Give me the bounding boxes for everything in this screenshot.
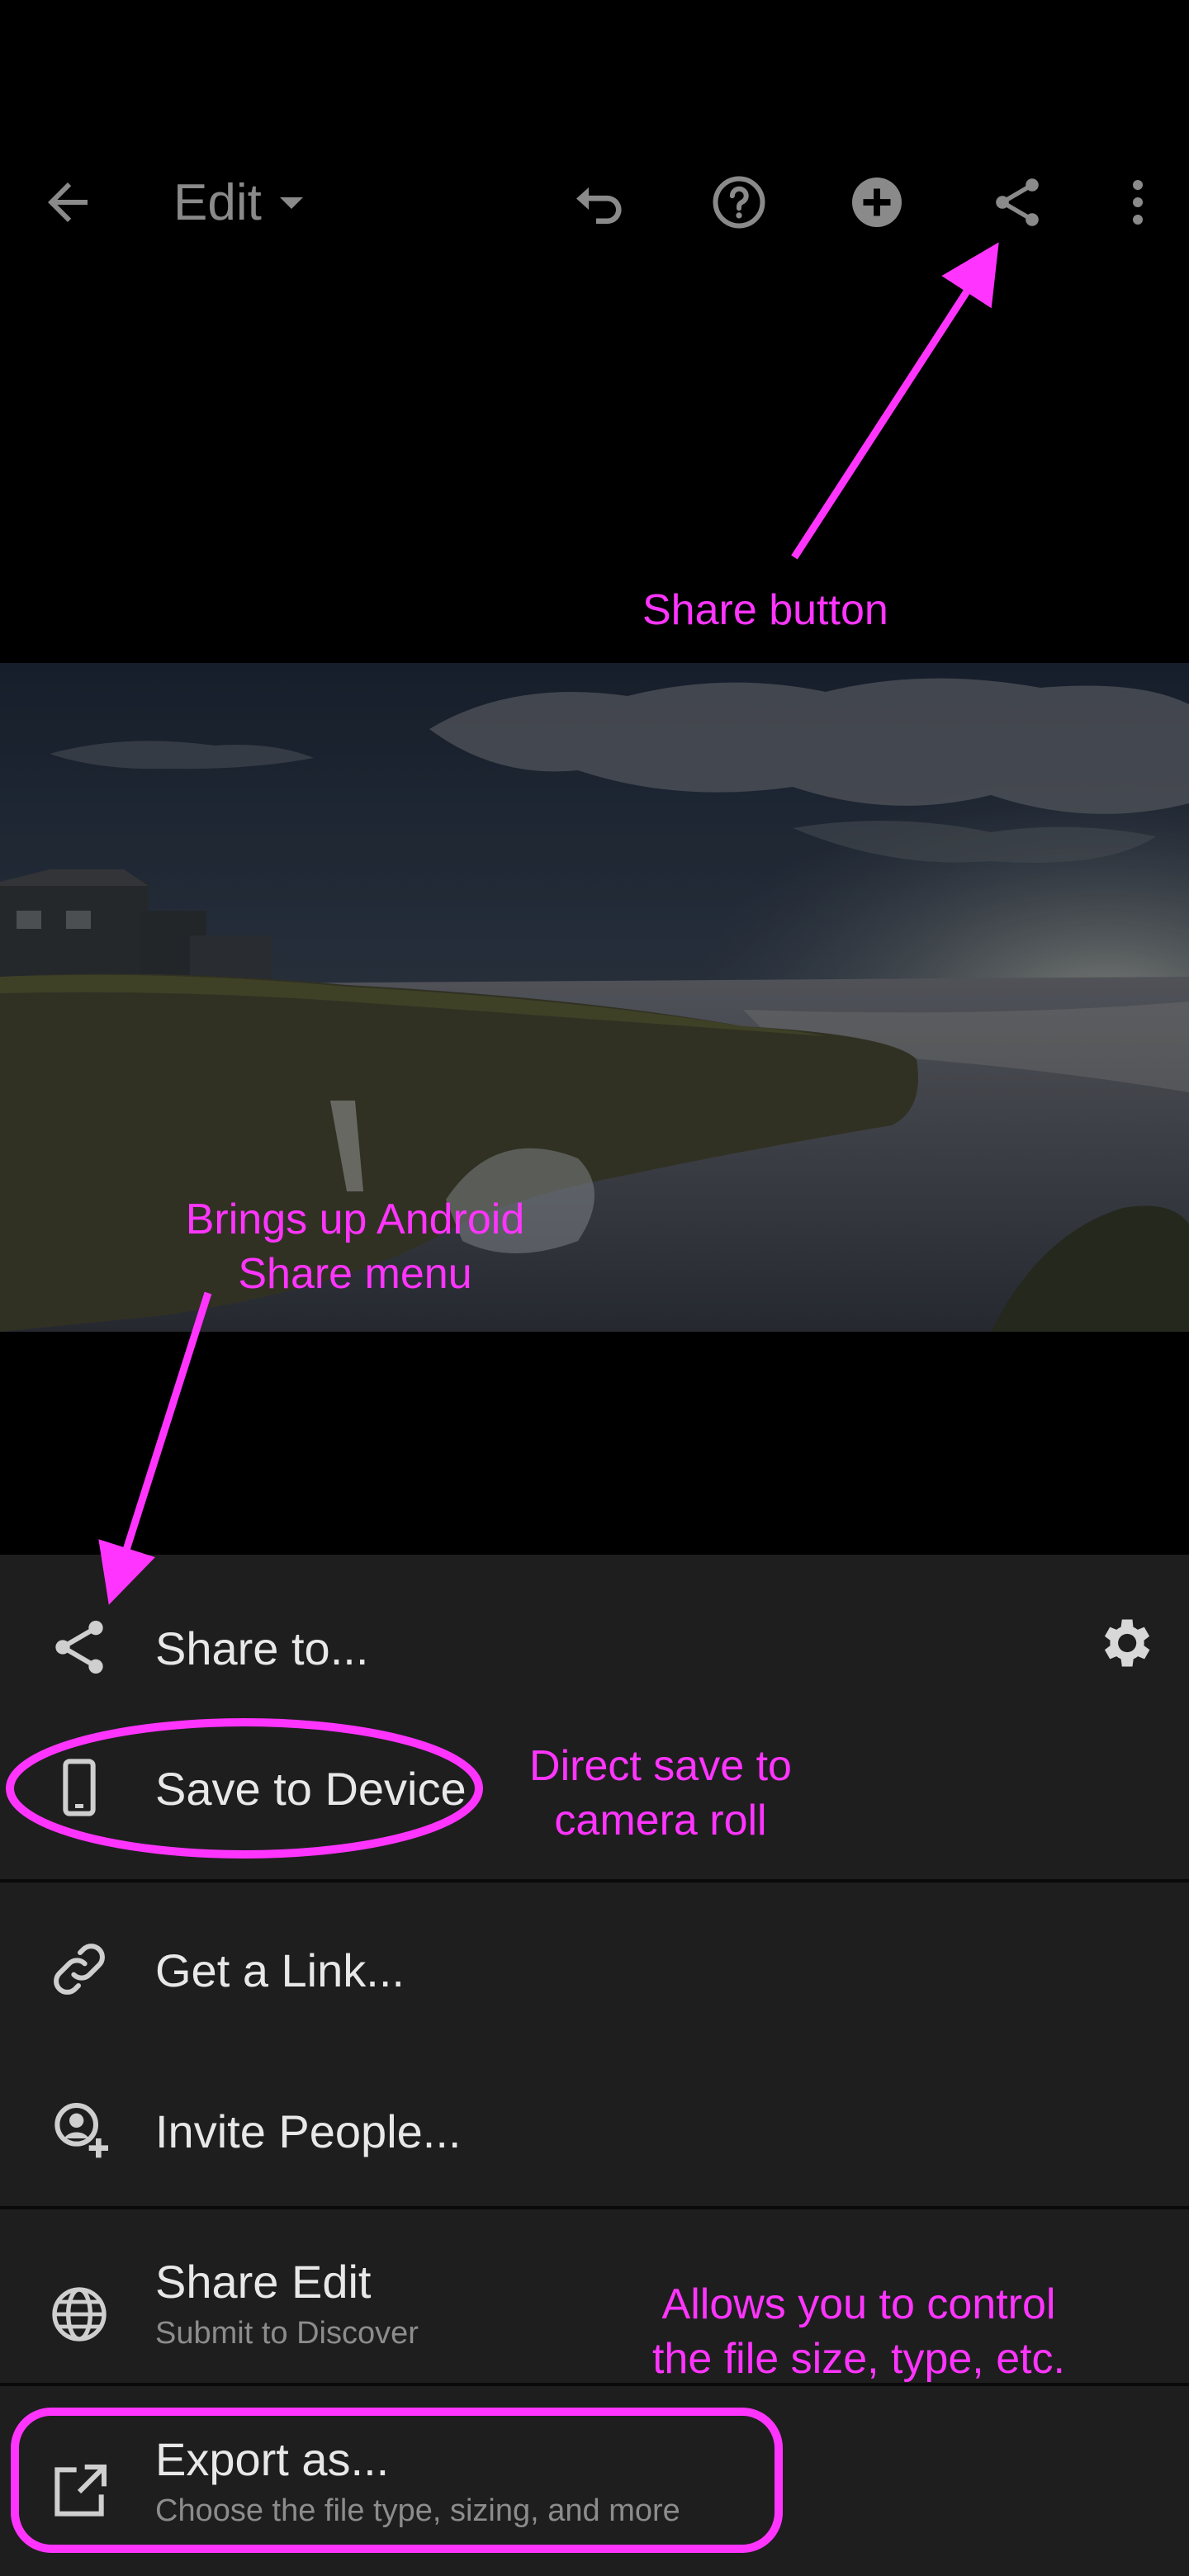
share-to-label: Share to...: [155, 1622, 369, 1674]
undo-button[interactable]: [549, 140, 648, 264]
phone-icon: [63, 1759, 96, 1816]
export-as-sublabel: Choose the file type, sizing, and more: [155, 2493, 680, 2528]
back-arrow-icon: [48, 182, 88, 222]
export-icon-wrap: [46, 2459, 112, 2525]
annotation-export-control: Allows you to control the file size, typ…: [611, 2277, 1106, 2386]
add-circle-icon: [852, 178, 902, 227]
back-button[interactable]: [18, 140, 117, 264]
share-to-icon-wrap: [46, 1614, 112, 1680]
add-button[interactable]: [827, 140, 926, 264]
save-to-device-label: Save to Device: [155, 1763, 467, 1815]
gear-icon: [1104, 1619, 1150, 1667]
annotation-arrow-share: [791, 242, 999, 560]
help-button[interactable]: [689, 140, 789, 264]
undo-icon: [576, 187, 622, 225]
share-icon: [996, 178, 1039, 226]
globe-icon: [52, 2287, 107, 2342]
share-edit-label: Share Edit: [155, 2256, 372, 2308]
save-icon-wrap: [46, 1754, 112, 1821]
more-vertical-icon: [1133, 180, 1143, 225]
export-as-label: Export as...: [155, 2433, 390, 2485]
add-person-icon: [54, 2103, 108, 2158]
share-panel: [0, 1555, 1189, 2576]
share-icon: [55, 1621, 103, 1674]
annotation-android-share: Brings up Android Share menu: [149, 1192, 561, 1301]
invite-people-option[interactable]: Invite People...: [0, 2085, 1189, 2176]
invite-people-label: Invite People...: [155, 2105, 462, 2157]
share-button[interactable]: [968, 140, 1067, 264]
annotation-direct-save-line2: camera roll: [554, 1797, 767, 1844]
section-divider: [0, 1879, 1189, 1882]
edit-mode-label: Edit: [173, 173, 262, 231]
annotation-export-line2: the file size, type, etc.: [651, 2335, 1066, 2383]
get-link-option[interactable]: Get a Link...: [0, 1924, 1189, 2015]
annotation-android-share-line1: Brings up Android: [185, 1196, 525, 1243]
annotation-direct-save-line1: Direct save to: [529, 1742, 792, 1790]
top-toolbar: Edit: [0, 140, 1189, 264]
annotation-android-share-line2: Share menu: [238, 1250, 472, 1298]
share-settings-button[interactable]: [1093, 1612, 1156, 1674]
annotation-direct-save: Direct save to camera roll: [504, 1739, 817, 1848]
get-link-label: Get a Link...: [155, 1944, 405, 1996]
annotation-export-line1: Allows you to control: [661, 2280, 1056, 2328]
export-icon: [54, 2465, 107, 2517]
share-to-option[interactable]: Share to...: [0, 1602, 1189, 1693]
invite-icon-wrap: [46, 2097, 112, 2163]
export-as-option[interactable]: Export as... Choose the file type, sizin…: [0, 2427, 1189, 2551]
annotation-share-button: Share button: [642, 586, 888, 634]
more-options-button[interactable]: [1088, 140, 1187, 264]
share-edit-sublabel: Submit to Discover: [155, 2316, 419, 2351]
caret-down-icon: [279, 197, 303, 209]
section-divider: [0, 2206, 1189, 2209]
link-icon: [54, 1944, 105, 1995]
help-icon: [713, 176, 765, 229]
annotation-arrow-android: [98, 1291, 212, 1605]
edit-mode-dropdown[interactable]: Edit: [173, 140, 355, 264]
link-icon-wrap: [46, 1936, 112, 2002]
share-edit-icon-wrap: [46, 2281, 112, 2347]
